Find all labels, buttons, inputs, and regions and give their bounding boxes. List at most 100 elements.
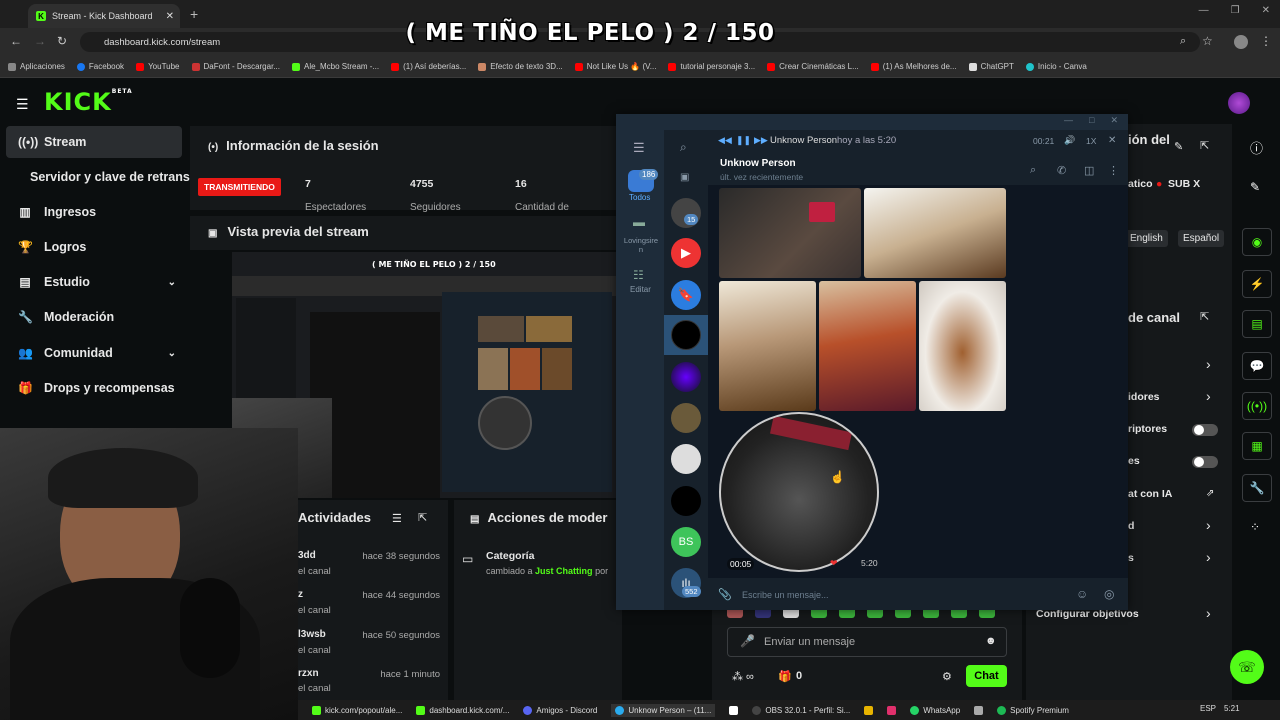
community-icon[interactable]: ⁂ ∞: [732, 670, 754, 683]
taskbar-item[interactable]: WhatsApp: [910, 705, 960, 715]
message-photo[interactable]: [864, 188, 1006, 278]
sidebar-item-stream[interactable]: ((•)) Stream: [6, 126, 182, 158]
filter-icon[interactable]: ☰: [392, 512, 402, 525]
popout-icon[interactable]: ⇱: [418, 511, 427, 524]
folder-label[interactable]: Lovingsiren: [622, 236, 660, 254]
support-chat-icon[interactable]: ☏: [1230, 650, 1264, 684]
chevron-right-icon[interactable]: ›: [1206, 549, 1211, 565]
edit-pencil-icon[interactable]: ✎: [1174, 140, 1183, 153]
language-tag[interactable]: Español: [1178, 230, 1225, 247]
message-photo[interactable]: [719, 188, 861, 278]
taskbar-item[interactable]: [974, 705, 984, 715]
taskbar-item[interactable]: [729, 705, 739, 715]
chat-avatar-initials[interactable]: BS: [671, 527, 701, 557]
more-options-icon[interactable]: ⋮: [1108, 164, 1119, 177]
search-icon[interactable]: ⌕: [680, 140, 687, 155]
bookmark-item[interactable]: tutorial personaje 3...: [668, 62, 755, 71]
edit-folders-label[interactable]: Editar: [630, 285, 651, 294]
notes-icon[interactable]: ▤: [1242, 310, 1272, 338]
bookmark-item[interactable]: Efecto de texto 3D...: [478, 62, 563, 71]
video-note-message[interactable]: [719, 412, 879, 572]
emoji-icon[interactable]: ☺: [1076, 587, 1088, 601]
chat-partner-name[interactable]: Unknow Person: [720, 158, 796, 169]
sidebar-item-drops[interactable]: 🎁 Drops y recompensas: [6, 372, 182, 404]
gift-box-icon[interactable]: 🎁: [778, 670, 792, 683]
youtube-chat-avatar[interactable]: ▶: [671, 238, 701, 268]
chevron-right-icon[interactable]: ›: [1206, 356, 1211, 372]
chevron-right-icon[interactable]: ›: [1206, 517, 1211, 533]
close-window-icon[interactable]: ✕: [1110, 115, 1118, 126]
taskbar-item[interactable]: Amigos - Discord: [523, 705, 597, 715]
attach-icon[interactable]: 📎: [718, 588, 732, 601]
bookmark-item[interactable]: Aplicaciones: [8, 62, 65, 71]
taskbar-item[interactable]: kick.com/popout/ale...: [312, 705, 402, 715]
user-avatar[interactable]: [1228, 92, 1250, 114]
settings-gear-icon[interactable]: ⚙: [942, 670, 952, 683]
taskbar-item[interactable]: OBS 32.0.1 - Perfil: Si...: [752, 705, 850, 715]
sidebar-item-ingresos[interactable]: ▥ Ingresos: [6, 196, 182, 228]
telegram-message-input[interactable]: Escribe un mensaje...: [708, 582, 1128, 608]
active-chat-avatar[interactable]: [671, 320, 701, 350]
external-link-icon[interactable]: ⇗: [1206, 488, 1214, 499]
bookmark-item[interactable]: DaFont - Descargar...: [191, 62, 280, 71]
rewind-icon[interactable]: ◀◀: [718, 135, 732, 146]
message-photo[interactable]: [719, 281, 816, 411]
heart-reaction-icon[interactable]: ❤: [830, 558, 838, 569]
zoom-icon[interactable]: ⌕: [1180, 35, 1186, 48]
edit-pencil-icon[interactable]: ✎: [1250, 180, 1260, 194]
search-icon[interactable]: ⌕: [1030, 164, 1036, 177]
info-icon[interactable]: ⓘ: [1250, 138, 1263, 157]
lightning-icon[interactable]: ⚡: [1242, 270, 1272, 298]
chat-avatar[interactable]: [671, 444, 701, 474]
playback-speed[interactable]: 1X: [1086, 136, 1096, 146]
tray-time[interactable]: 5:21: [1224, 704, 1240, 713]
broadcast-icon[interactable]: ((•)): [1242, 392, 1272, 420]
chevron-right-icon[interactable]: ›: [1206, 605, 1211, 621]
taskbar-item[interactable]: dashboard.kick.com/...: [416, 705, 509, 715]
microphone-icon[interactable]: 🎤: [740, 634, 755, 648]
message-photo[interactable]: [919, 281, 1006, 411]
bookmark-item[interactable]: (1) Así deberías...: [391, 62, 466, 71]
bookmark-item[interactable]: Facebook: [76, 62, 124, 71]
menu-kebab-icon[interactable]: ⋮: [1260, 34, 1272, 48]
bookmark-item[interactable]: ChatGPT: [968, 62, 1014, 71]
taskbar-item[interactable]: Spotify Premium: [997, 705, 1069, 715]
bookmark-item[interactable]: Ale_Mcbo Stream -...: [291, 62, 379, 71]
sidebar-item-server-key[interactable]: Servidor y clave de retransm: [6, 161, 201, 193]
apps-icon[interactable]: ⁘: [1250, 520, 1260, 534]
archive-icon[interactable]: ▣: [680, 172, 689, 183]
popout-icon[interactable]: ⇱: [1200, 310, 1209, 323]
bookmark-item[interactable]: YouTube: [136, 62, 180, 71]
minimize-icon[interactable]: —: [1199, 5, 1209, 16]
saved-messages-avatar[interactable]: 🔖: [671, 280, 701, 310]
pause-icon[interactable]: ❚❚: [736, 135, 751, 146]
option-toggle[interactable]: [1192, 456, 1218, 468]
message-photo[interactable]: [819, 281, 916, 411]
close-player-icon[interactable]: ✕: [1108, 135, 1116, 146]
language-tag[interactable]: English: [1125, 230, 1168, 247]
close-window-icon[interactable]: ✕: [1262, 5, 1270, 16]
sidebar-item-comunidad[interactable]: 👥 Comunidad ⌄: [6, 337, 182, 369]
subscribers-toggle[interactable]: [1192, 424, 1218, 436]
sidebar-toggle-icon[interactable]: ◫: [1084, 164, 1094, 177]
telegram-menu-icon[interactable]: ☰: [633, 140, 645, 156]
bookmark-item[interactable]: Crear Cinemáticas L...: [767, 62, 859, 71]
camera-tool-icon[interactable]: ◉: [1242, 228, 1272, 256]
sidebar-item-estudio[interactable]: ▤ Estudio ⌄: [6, 266, 182, 298]
volume-icon[interactable]: 🔊: [1064, 135, 1075, 146]
hamburger-menu-icon[interactable]: ☰: [16, 96, 29, 113]
folder-icon[interactable]: ▬: [633, 215, 645, 229]
bookmark-star-icon[interactable]: ☆: [1202, 34, 1213, 48]
sliders-icon[interactable]: ☷: [633, 268, 644, 282]
profile-avatar-icon[interactable]: [1234, 35, 1248, 49]
bookmark-item[interactable]: (1) As Melhores de...: [870, 62, 957, 71]
wrench-icon[interactable]: 🔧: [1242, 474, 1272, 502]
chat-bubble-icon[interactable]: 💬: [1242, 352, 1272, 380]
forward-icon[interactable]: ▶▶: [754, 135, 768, 146]
layout-icon[interactable]: ▦: [1242, 432, 1272, 460]
taskbar-item[interactable]: Unknow Person – (11...: [611, 703, 716, 717]
taskbar-item[interactable]: [864, 705, 874, 715]
sidebar-item-logros[interactable]: 🏆 Logros: [6, 231, 182, 263]
chat-avatar[interactable]: [671, 486, 701, 516]
emoji-icon[interactable]: ☻: [985, 635, 997, 647]
